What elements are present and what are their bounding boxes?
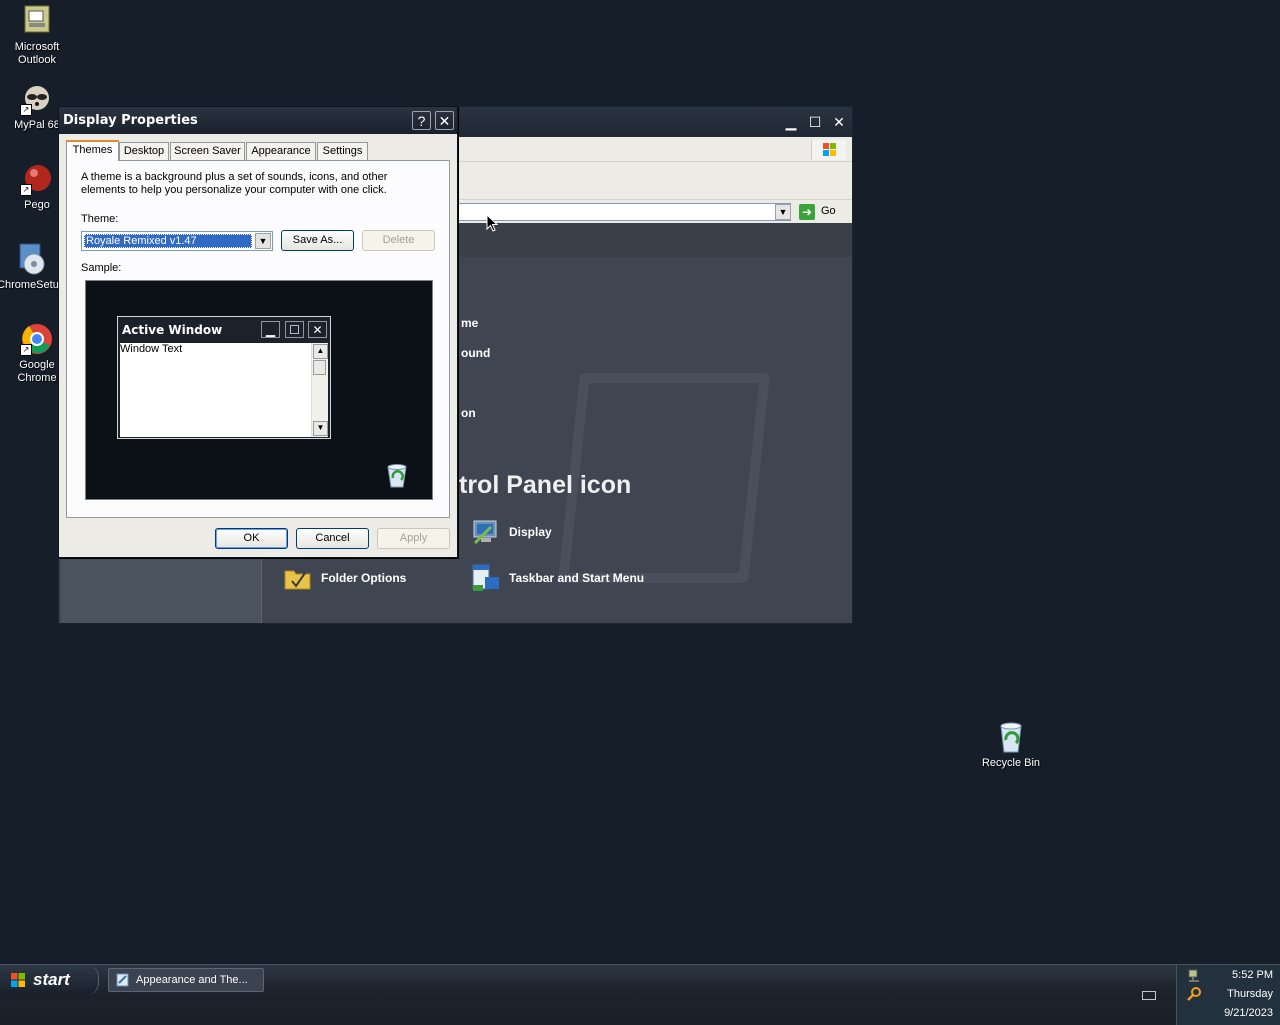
windows-flag-icon (10, 972, 26, 988)
start-button[interactable]: start (0, 965, 99, 995)
display-properties-dialog[interactable]: Display Properties ? ✕ Themes Desktop Sc… (58, 106, 458, 558)
shortcut-arrow-icon: ↗ (20, 184, 32, 196)
close-icon[interactable]: ✕ (829, 113, 849, 131)
desktop-icon-outlook[interactable]: Microsoft Outlook (0, 4, 74, 67)
apply-button[interactable]: Apply (377, 528, 450, 549)
sample-window-text: Window Text (120, 343, 183, 355)
scroll-thumb (313, 360, 326, 375)
themes-tab-panel: A theme is a background plus a set of so… (66, 160, 450, 518)
desktop-icon-label: Recycle Bin (981, 757, 1041, 769)
setup-disc-icon (14, 242, 48, 276)
task-link[interactable]: ound (461, 346, 490, 360)
taskbar-button-appearance-themes[interactable]: Appearance and The... (108, 968, 264, 992)
go-button[interactable]: Go (821, 205, 836, 217)
tab-appearance[interactable]: Appearance (246, 142, 316, 160)
scroll-down-icon: ▼ (313, 421, 328, 436)
go-arrow-icon[interactable]: ➜ (799, 204, 815, 220)
delete-button[interactable]: Delete (362, 230, 435, 251)
scroll-up-icon: ▲ (313, 344, 328, 359)
folder-options-link[interactable]: Folder Options (321, 571, 406, 585)
theme-select[interactable]: Royale Remixed v1.47 ▼ (81, 231, 273, 251)
maximize-icon[interactable]: ☐ (805, 113, 825, 131)
taskbar-start-menu-link[interactable]: Taskbar and Start Menu (509, 571, 644, 585)
chrome-icon: ↗ (20, 322, 54, 356)
start-label: start (33, 970, 70, 989)
sample-window-content: Window Text ▲ ▼ (120, 343, 328, 437)
sample-active-window: Active Window ▁ ☐ ✕ Window Text ▲ ▼ (117, 316, 331, 439)
network-icon[interactable] (1187, 969, 1201, 983)
keyboard-icon[interactable] (1142, 991, 1156, 1000)
minimize-icon: ▁ (261, 321, 280, 338)
section-heading: trol Panel icon (459, 471, 632, 499)
display-icon[interactable] (471, 517, 501, 547)
chevron-down-icon[interactable]: ▼ (255, 233, 271, 249)
theme-sample-preview: Active Window ▁ ☐ ✕ Window Text ▲ ▼ (85, 280, 433, 500)
task-link[interactable]: on (461, 406, 476, 420)
theme-selected-value: Royale Remixed v1.47 (84, 234, 252, 248)
help-icon[interactable]: ? (412, 111, 431, 130)
task-link[interactable]: me (461, 316, 478, 330)
tab-themes[interactable]: Themes (66, 140, 119, 161)
tab-screen-saver[interactable]: Screen Saver (170, 142, 245, 160)
recycle-bin-icon (384, 461, 410, 489)
desktop-icon-label: Microsoft Outlook (14, 41, 60, 66)
sample-label: Sample: (81, 262, 122, 274)
cancel-button[interactable]: Cancel (296, 528, 369, 549)
taskbar: start Appearance and The... 5:52 PM Thur… (0, 964, 1280, 1025)
clock-date: 9/21/2023 (1224, 1007, 1273, 1019)
shortcut-arrow-icon: ↗ (20, 344, 32, 356)
mouse-cursor-icon (486, 213, 499, 232)
taskbar-icon[interactable] (471, 563, 501, 593)
tab-settings[interactable]: Settings (317, 142, 368, 160)
save-as-button[interactable]: Save As... (281, 230, 354, 251)
recycle-bin-icon (994, 720, 1028, 754)
chevron-down-icon[interactable]: ▼ (775, 204, 791, 220)
desktop-icon-recycle-bin[interactable]: Recycle Bin (974, 720, 1048, 770)
search-icon[interactable] (1187, 987, 1201, 1001)
sample-scrollbar: ▲ ▼ (311, 343, 328, 437)
shortcut-arrow-icon: ↗ (20, 104, 32, 116)
taskbar-button-label: Appearance and The... (136, 974, 248, 986)
pego-ball-icon: ↗ (20, 162, 54, 196)
mypal-raccoon-icon: ↗ (20, 82, 54, 116)
outlook-icon (20, 4, 54, 38)
clock-time[interactable]: 5:52 PM (1232, 969, 1273, 981)
system-tray: 5:52 PM Thursday 9/21/2023 (1176, 965, 1280, 1025)
sample-window-title: Active Window (122, 323, 223, 337)
control-panel-icon (116, 973, 130, 987)
theme-label: Theme: (81, 213, 119, 225)
maximize-icon: ☐ (285, 321, 304, 338)
ok-button[interactable]: OK (215, 528, 288, 549)
windows-flag-icon (811, 140, 846, 160)
clock-day: Thursday (1227, 988, 1273, 1000)
close-icon: ✕ (308, 321, 327, 338)
themes-description: A theme is a background plus a set of so… (81, 171, 388, 196)
display-link[interactable]: Display (509, 525, 552, 539)
dialog-titlebar[interactable]: Display Properties ? ✕ (59, 107, 457, 134)
close-icon[interactable]: ✕ (435, 111, 454, 130)
folder-options-icon[interactable] (283, 563, 313, 593)
tab-desktop[interactable]: Desktop (119, 142, 169, 160)
dialog-title: Display Properties (63, 113, 198, 128)
minimize-icon[interactable]: ▁ (781, 113, 801, 131)
